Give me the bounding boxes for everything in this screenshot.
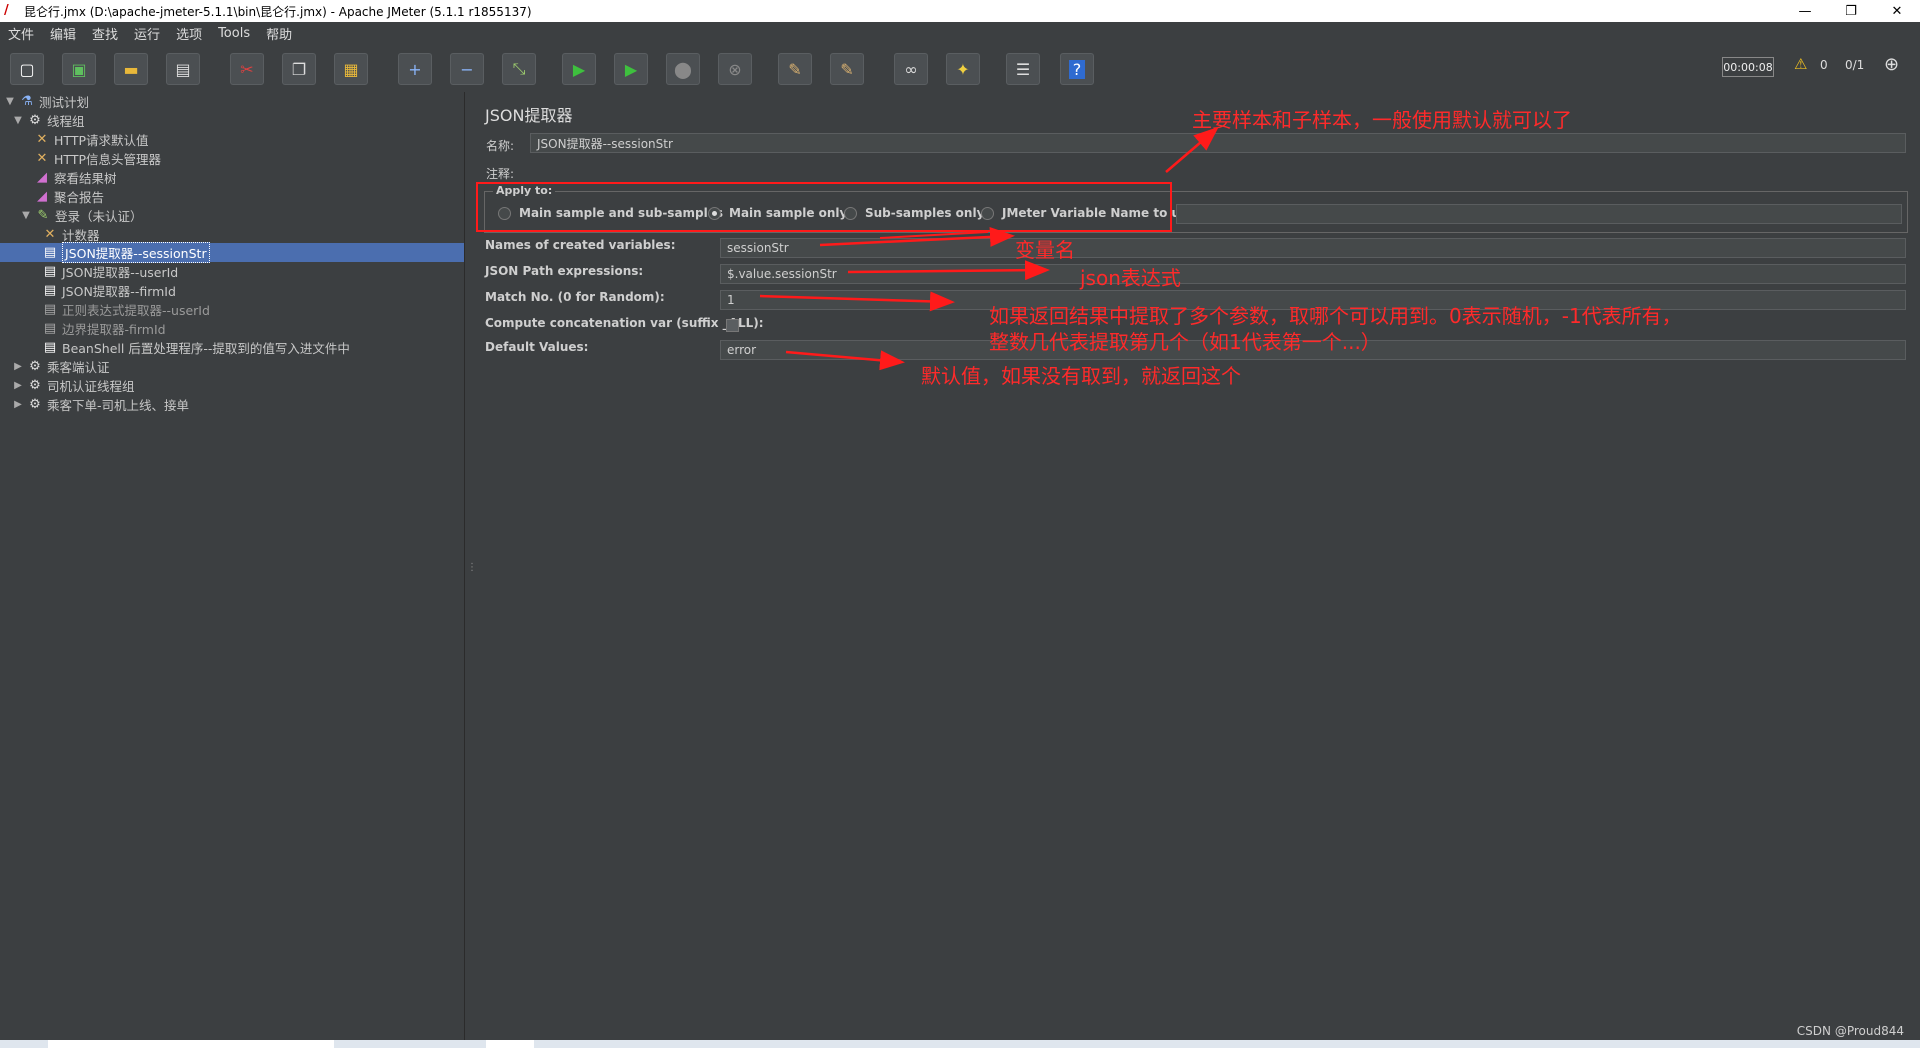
arrow-default	[785, 350, 905, 371]
arrow-apply-to	[1165, 126, 1219, 173]
watermark: CSDN @Proud844	[1796, 1024, 1904, 1038]
taskbar-segment	[486, 1040, 534, 1048]
arrow-var-name	[819, 226, 1015, 247]
arrow-match-no	[759, 291, 955, 312]
taskbar-segment	[48, 1040, 334, 1048]
annotation-arrows	[759, 126, 1219, 371]
arrow-json-expr	[847, 260, 1050, 281]
taskbar-strip	[0, 1040, 1920, 1048]
